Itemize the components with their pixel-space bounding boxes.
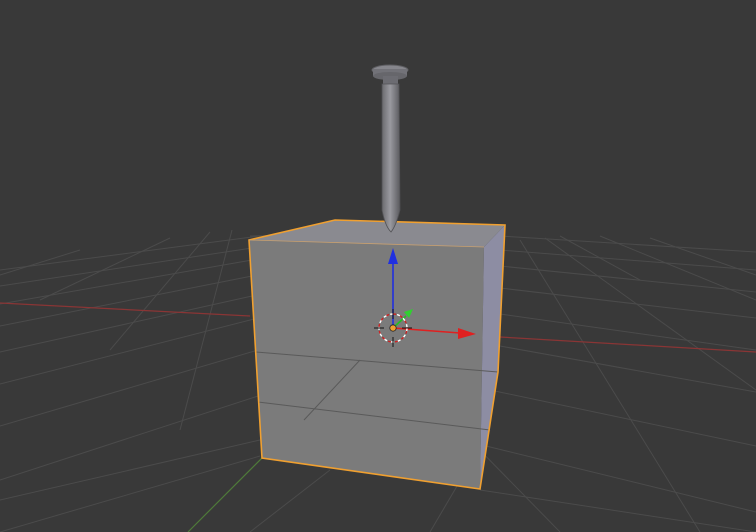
viewport-canvas[interactable]: [0, 0, 756, 532]
3d-viewport[interactable]: [0, 0, 756, 532]
object-origin-dot: [389, 324, 397, 332]
cube-front-face[interactable]: [249, 240, 484, 489]
cube-object[interactable]: [248, 219, 506, 490]
nail-shank[interactable]: [381, 83, 401, 233]
nail-object[interactable]: [371, 64, 409, 233]
